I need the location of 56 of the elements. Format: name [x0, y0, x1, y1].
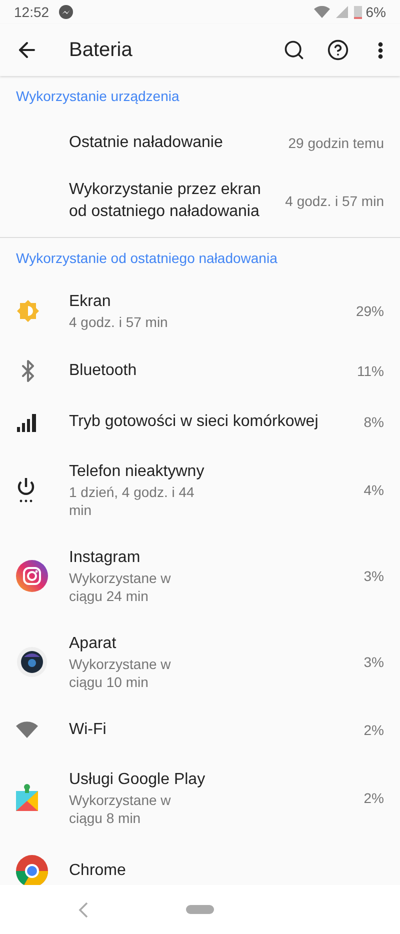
row-title: Instagram: [69, 548, 142, 568]
row-value: 29 godzin temu: [288, 134, 384, 153]
row-title: Telefon nieaktywny: [69, 462, 206, 482]
row-subtitle: Wykorzystane w ciągu 8 min: [69, 791, 172, 827]
section-header: Wykorzystanie urządzenia: [15, 87, 180, 106]
lens-icon: [16, 646, 48, 678]
row-title: Ostatnie naładowanie: [69, 133, 224, 153]
signal-bars-icon: [16, 411, 38, 433]
row-subtitle: Wykorzystane w ciągu 24 min: [69, 569, 172, 605]
row-value: 2%: [364, 720, 384, 740]
row-title: Tryb gotowości w sieci komórkowej: [69, 412, 320, 432]
row-subtitle: 1 dzień, 4 godz. i 44 min: [69, 483, 196, 519]
row-title: Aparat: [69, 634, 118, 654]
row-value: 11%: [357, 362, 384, 380]
wifi-status-icon: [314, 6, 330, 18]
battery-percent: 6%: [366, 2, 386, 22]
row-value: 3%: [364, 652, 384, 672]
row-subtitle: Wykorzystane w ciągu 10 min: [69, 655, 172, 691]
brightness-icon: [16, 299, 40, 323]
usage-row[interactable]: Instagram Wykorzystane w ciągu 24 min 3%: [0, 533, 400, 619]
usage-row[interactable]: Bluetooth 11%: [0, 345, 400, 397]
row-title: Wykorzystanie przez ekran od ostatniego naładowania: [69, 180, 262, 222]
signal-status-icon: [336, 6, 348, 18]
usage-row[interactable]: Aparat Wykorzystane w ciągu 10 min 3%: [0, 619, 400, 705]
row-value: 4 godz. i 57 min: [285, 192, 384, 211]
row-value: 4%: [364, 480, 384, 500]
usage-row[interactable]: Telefon nieaktywny 1 dzień, 4 godz. i 44 min 4%: [0, 447, 400, 533]
more-icon: [378, 42, 382, 58]
row-title: Usługi Google Play: [69, 770, 206, 790]
page-title: Bateria: [69, 38, 132, 63]
row-title: Wi-Fi: [69, 720, 108, 740]
row-value: 2%: [364, 788, 384, 808]
row-title: Bluetooth: [69, 361, 138, 381]
usage-row[interactable]: Tryb gotowości w sieci komórkowej 8%: [0, 397, 400, 447]
row-value: 3%: [364, 566, 384, 586]
camera-app-icon: [16, 560, 48, 592]
usage-row[interactable]: Wi-Fi 2%: [0, 705, 400, 755]
power-icon: [16, 477, 36, 503]
usage-row[interactable]: Ostatnie naładowanie 29 godzin temu: [0, 115, 400, 171]
usage-row[interactable]: Usługi Google Play Wykorzystane w ciągu 8 min 2%: [0, 755, 400, 841]
battery-icon: [354, 5, 362, 19]
usage-row[interactable]: Ekran 4 godz. i 57 min 29%: [0, 277, 400, 345]
usage-row[interactable]: Wykorzystanie przez ekran od ostatniego naładowania 4 godz. i 57 min: [0, 171, 400, 231]
row-title: Ekran: [69, 292, 112, 312]
help-icon: [327, 39, 349, 61]
usage-row[interactable]: Chrome: [0, 841, 400, 885]
row-subtitle: 4 godz. i 57 min: [69, 313, 169, 331]
puzzle-icon: [16, 783, 40, 813]
row-value: 29%: [356, 302, 384, 320]
search-icon: [283, 39, 305, 61]
row-value: 8%: [364, 412, 384, 432]
messenger-icon: [59, 5, 74, 19]
wifi-icon: [16, 721, 38, 739]
status-time: 12:52: [14, 2, 50, 22]
section-header: Wykorzystanie od ostatniego naładowania: [15, 249, 278, 268]
row-title: Chrome: [69, 861, 127, 881]
